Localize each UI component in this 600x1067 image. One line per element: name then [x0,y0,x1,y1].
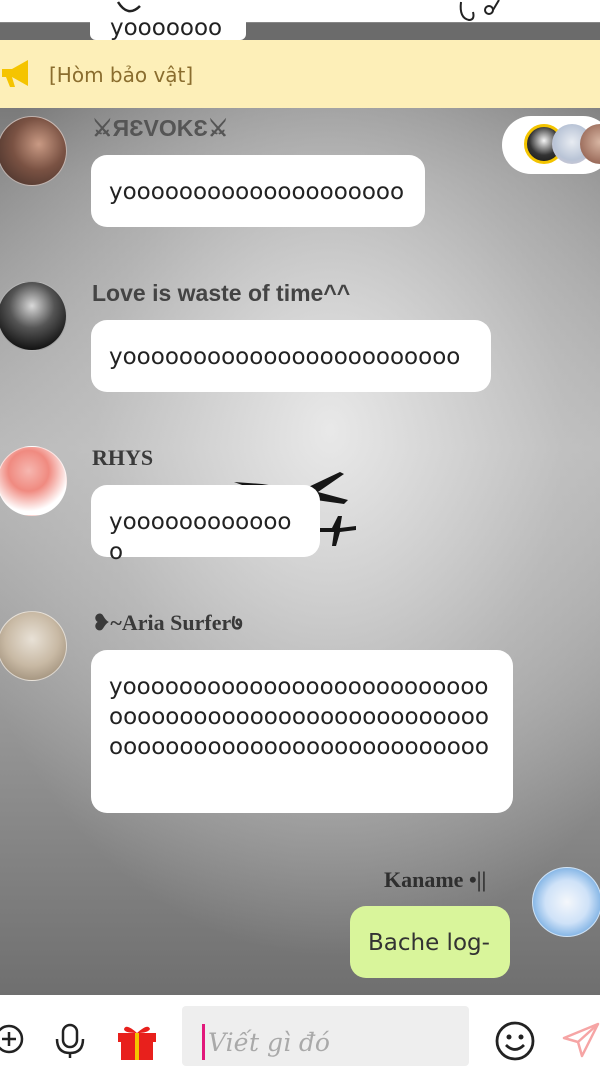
message-bubble[interactable]: yoooooooooooooooooooooooo [91,320,491,392]
my-avatar[interactable] [532,867,600,937]
sender-name[interactable]: ❥~Aria Surfer७ [92,609,243,637]
music-note-icon [459,0,500,22]
plus-circle-icon[interactable] [0,1024,24,1054]
airplane-silhouette-small [318,516,356,546]
message-bubble[interactable]: yooooooooooooooooooooooooooooooooooooooo… [91,650,513,813]
microphone-icon[interactable] [53,1023,87,1059]
send-icon[interactable] [562,1022,600,1058]
online-members-pill[interactable] [502,116,600,174]
avatar[interactable] [0,281,67,351]
sender-name[interactable]: ⚔ЯƐVOKƐ⚔ [92,114,228,142]
my-sender-name[interactable]: Kaname •|| [384,866,486,894]
avatar[interactable] [0,116,67,186]
announcement-banner[interactable]: [Hòm bảo vật] [0,40,600,108]
sender-name[interactable]: Love is waste of time^^ [92,279,350,307]
avatar[interactable] [0,611,67,681]
message-input[interactable]: Viết gì đó [182,1006,469,1066]
avatar[interactable] [0,446,67,516]
text-caret [202,1024,205,1060]
megaphone-icon [2,60,28,87]
doodle-decoration [116,1,141,13]
announcement-text: [Hòm bảo vật] [49,63,194,87]
gift-icon[interactable] [116,1023,158,1061]
my-message-bubble[interactable]: Bache log- [350,906,510,978]
message-bubble[interactable]: yoooooooooooooooooooo [91,155,425,227]
smiley-icon[interactable] [494,1020,536,1062]
input-placeholder: Viết gì đó [208,1028,330,1057]
message-bubble[interactable]: yooooooooooooo [91,485,320,565]
sender-name[interactable]: RHYS [92,444,153,472]
message-input-bar: Viết gì đó [0,995,600,1067]
